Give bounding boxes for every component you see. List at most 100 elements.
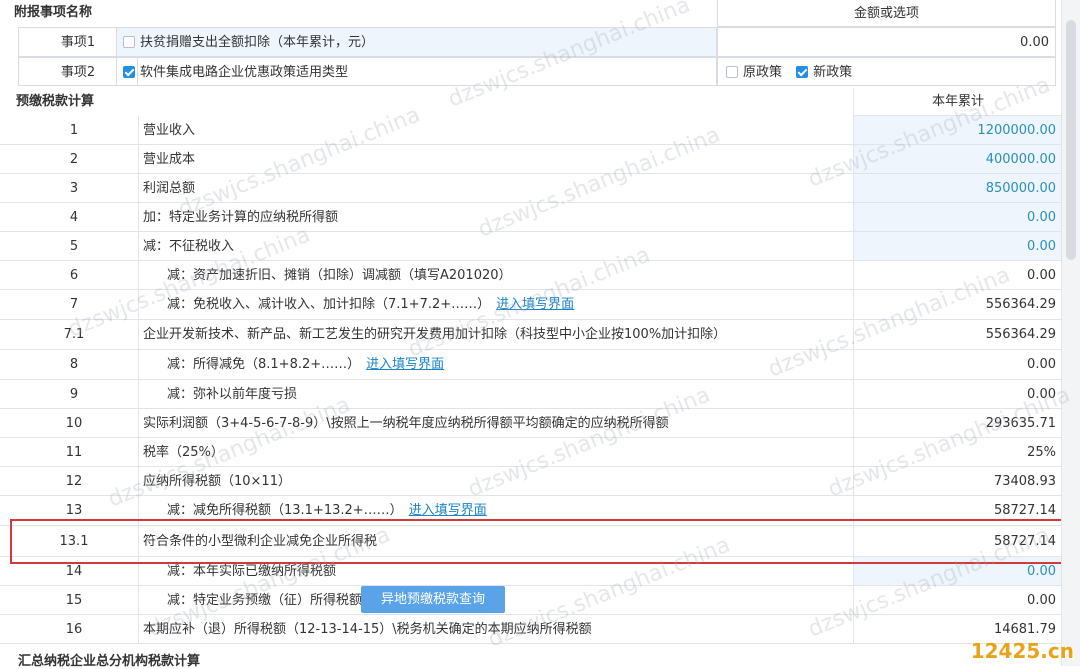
item1-value: 0.00 <box>717 27 1056 57</box>
old-policy-checkbox[interactable] <box>726 66 738 78</box>
row-label: 营业收入 <box>138 116 853 144</box>
scrollbar-thumb[interactable] <box>1066 20 1076 260</box>
value-input[interactable]: 400000.00 <box>853 145 1062 173</box>
row-label: 减：免税收入、减计收入、加计扣除（7.1+7.2+……） 进入填写界面 <box>138 290 853 319</box>
row-label: 企业开发新技术、新产品、新工艺发生的研究开发费用加计扣除（科技型中小企业按100… <box>138 320 853 349</box>
value-cell: 58727.14 <box>853 496 1062 525</box>
value-cell: 0.00 <box>853 350 1062 379</box>
row-label-text: 减：所得减免（8.1+8.2+……） <box>167 357 361 372</box>
row-number: 7.1 <box>63 327 85 342</box>
consolidated-heading: 汇总纳税企业总分机构税款计算 <box>18 654 201 669</box>
row-number: 14 <box>65 564 83 579</box>
row-label: 符合条件的小型微利企业减免企业所得税 <box>138 526 853 556</box>
table-row: 9 减：弥补以前年度亏损 0.00 <box>0 380 1062 409</box>
row-number: 6 <box>69 268 79 283</box>
row-label-text: 企业开发新技术、新产品、新工艺发生的研究开发费用加计扣除（科技型中小企业按100… <box>143 327 727 342</box>
table-row: 4 加：特定业务计算的应纳税所得额 0.00 <box>0 203 1062 232</box>
row-label-text: 减：特定业务预缴（征）所得税额 <box>167 593 363 608</box>
row-number: 12 <box>65 474 83 489</box>
row-label-text: 减：减免所得税额（13.1+13.2+……） <box>167 503 403 518</box>
row-number: 16 <box>65 622 83 637</box>
row-number: 7 <box>69 297 79 312</box>
value-cell: 25% <box>853 438 1062 466</box>
value-input[interactable]: 0.00 <box>853 203 1062 231</box>
table-row: 7 减：免税收入、减计收入、加计扣除（7.1+7.2+……） 进入填写界面 55636… <box>0 290 1062 320</box>
row-number: 1 <box>69 123 79 138</box>
value-cell: 58727.14 <box>853 526 1062 556</box>
row-number: 13 <box>65 503 83 518</box>
table-row: 7.1 企业开发新技术、新产品、新工艺发生的研究开发费用加计扣除（科技型中小企业按… <box>0 320 1062 350</box>
row-label-text: 减：免税收入、减计收入、加计扣除（7.1+7.2+……） <box>167 297 491 312</box>
row-number: 10 <box>65 416 83 431</box>
table-row: 11 税率（25%） 25% <box>0 438 1062 467</box>
row-label-text: 营业收入 <box>143 123 196 138</box>
new-policy-label: 新政策 <box>813 65 853 80</box>
row-label: 减：所得减免（8.1+8.2+……） 进入填写界面 <box>138 350 853 379</box>
value-input[interactable]: 0.00 <box>853 557 1062 585</box>
row-number: 13.1 <box>59 534 89 549</box>
value-cell: 0.00 <box>853 380 1062 408</box>
value-input[interactable]: 0.00 <box>853 232 1062 260</box>
value-cell: 0.00 <box>853 261 1062 289</box>
row-label: 税率（25%） <box>138 438 853 466</box>
supplementary-heading: 附报事项名称 <box>14 5 93 20</box>
value-cell: 293635.71 <box>853 409 1062 437</box>
row-label-text: 减：本年实际已缴纳所得税额 <box>167 564 337 579</box>
row-label-text: 应纳所得税额（10×11） <box>143 474 291 489</box>
table-row: 8 减：所得减免（8.1+8.2+……） 进入填写界面 0.00 <box>0 350 1062 380</box>
value-input[interactable]: 1200000.00 <box>853 116 1062 144</box>
row-label: 减：弥补以前年度亏损 <box>138 380 853 408</box>
row-label: 应纳所得税额（10×11） <box>138 467 853 495</box>
row-label-text: 本期应补（退）所得税额（12-13-14-15）\税务机关确定的本期应纳所得税额 <box>143 622 592 637</box>
table-row: 16 本期应补（退）所得税额（12-13-14-15）\税务机关确定的本期应纳所得… <box>0 615 1062 644</box>
row-label: 利润总额 <box>138 174 853 202</box>
row-label: 减：本年实际已缴纳所得税额 <box>138 557 853 585</box>
site-logo: 12425.cn <box>970 639 1074 663</box>
item2-checkbox[interactable] <box>123 66 135 78</box>
row-number: 9 <box>69 387 79 402</box>
row-label-text: 减：不征税收入 <box>143 239 235 254</box>
row-label: 减：减免所得税额（13.1+13.2+……） 进入填写界面 <box>138 496 853 525</box>
value-cell: 0.00 <box>853 586 1062 614</box>
row-label: 减：资产加速折旧、摊销（扣除）调减额（填写A201020） <box>138 261 853 289</box>
table-row: 6 减：资产加速折旧、摊销（扣除）调减额（填写A201020） 0.00 <box>0 261 1062 290</box>
table-row: 15 减：特定业务预缴（征）所得税额 0.00 <box>0 586 1062 615</box>
row-label: 实际利润额（3+4-5-6-7-8-9）\按照上一纳税年度应纳税所得额平均额确定… <box>138 409 853 437</box>
table-row: 2 营业成本 400000.00 <box>0 145 1062 174</box>
calc-heading: 预缴税款计算 <box>16 94 95 109</box>
row-label-text: 加：特定业务计算的应纳税所得额 <box>143 210 339 225</box>
table-row: 10 实际利润额（3+4-5-6-7-8-9）\按照上一纳税年度应纳税所得额平均额… <box>0 409 1062 438</box>
row-label-text: 减：资产加速折旧、摊销（扣除）调减额（填写A201020） <box>167 268 512 283</box>
enter-fill-link[interactable]: 进入填写界面 <box>366 357 444 372</box>
row-label-text: 符合条件的小型微利企业减免企业所得税 <box>143 534 378 549</box>
row-number: 8 <box>69 357 79 372</box>
remote-prepay-query-button[interactable]: 异地预缴税款查询 <box>361 586 506 613</box>
row-number: 4 <box>69 210 79 225</box>
item1-checkbox[interactable] <box>123 36 135 48</box>
item2-policy-options: 原政策 新政策 <box>717 57 1056 86</box>
scrollbar[interactable] <box>1061 0 1080 666</box>
row-label-text: 税率（25%） <box>143 445 224 460</box>
item2-option[interactable]: 软件集成电路企业优惠政策适用类型 <box>116 57 717 86</box>
enter-fill-link[interactable]: 进入填写界面 <box>409 503 487 518</box>
row-label: 减：不征税收入 <box>138 232 853 260</box>
row-number: 5 <box>69 239 79 254</box>
row-label-text: 利润总额 <box>143 181 196 196</box>
row-number: 15 <box>65 593 83 608</box>
supplementary-items-section: 附报事项名称 金额或选项 事项1 扶贫捐赠支出全额扣除（本年累计，元） 0.00… <box>0 0 1080 88</box>
item1-label: 扶贫捐赠支出全额扣除（本年累计，元） <box>140 35 375 50</box>
value-cell: 556364.29 <box>853 290 1062 319</box>
new-policy-checkbox[interactable] <box>796 66 809 78</box>
table-row: 13 减：减免所得税额（13.1+13.2+……） 进入填写界面 58727.14 <box>0 496 1062 526</box>
value-input[interactable]: 850000.00 <box>853 174 1062 202</box>
table-row: 5 减：不征税收入 0.00 <box>0 232 1062 261</box>
table-row: 3 利润总额 850000.00 <box>0 174 1062 203</box>
enter-fill-link[interactable]: 进入填写界面 <box>496 297 574 312</box>
row-number: 11 <box>65 445 83 460</box>
ytd-heading: 本年累计 <box>853 88 1062 116</box>
value-cell: 73408.93 <box>853 467 1062 495</box>
item1-option[interactable]: 扶贫捐赠支出全额扣除（本年累计，元） <box>116 27 717 57</box>
value-cell: 556364.29 <box>853 320 1062 349</box>
row-label-text: 营业成本 <box>143 152 196 167</box>
row-number: 3 <box>69 181 79 196</box>
